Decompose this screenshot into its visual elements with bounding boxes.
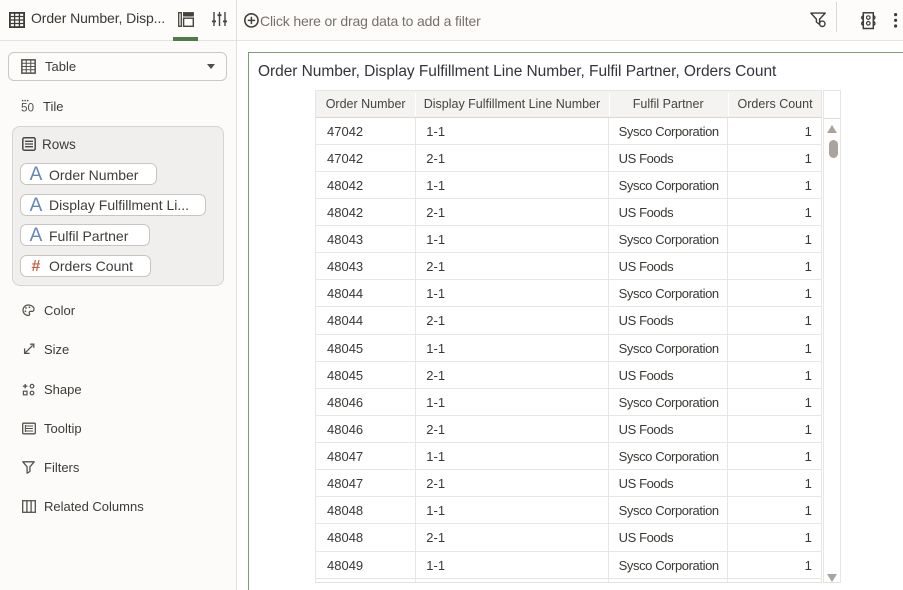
svg-text:50: 50 [21,100,35,114]
